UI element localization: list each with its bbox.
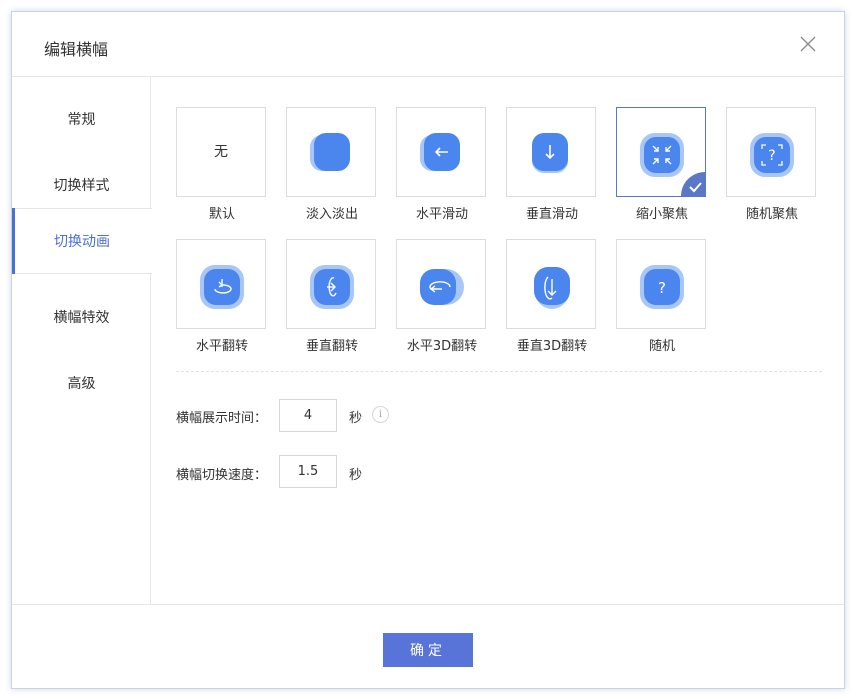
edit-banner-dialog: 编辑横幅 常规 切换样式 切换动画 横幅特效 高级 无 默认 淡入淡出 水平滑动… — [11, 11, 845, 689]
anim-label-default: 默认 — [208, 207, 235, 222]
anim-label-random: 随机 — [648, 339, 675, 354]
anim-label-horizontal-3d-flip: 水平3D翻转 — [406, 339, 478, 354]
ok-button[interactable]: 确定 — [383, 633, 473, 667]
sidebar: 常规 切换样式 切换动画 横幅特效 高级 — [12, 77, 152, 604]
anim-label-vertical-slide: 垂直滑动 — [525, 207, 578, 222]
switch-speed-label: 横幅切换速度： — [176, 468, 268, 483]
anim-label-shrink-focus: 缩小聚焦 — [635, 207, 688, 222]
anim-label-random-focus: 随机聚焦 — [745, 207, 798, 222]
display-time-unit: 秒 — [349, 411, 363, 426]
anim-option-vertical-flip[interactable] — [286, 239, 376, 329]
anim-option-horizontal-slide[interactable] — [396, 107, 486, 197]
anim-option-horizontal-flip[interactable] — [176, 239, 266, 329]
shrink-focus-icon — [640, 133, 684, 177]
sidebar-item-general[interactable]: 常规 — [12, 87, 151, 153]
anim-option-horizontal-3d-flip[interactable] — [396, 239, 486, 329]
vertical-3d-flip-icon — [534, 267, 570, 309]
anim-option-random[interactable]: ? — [616, 239, 706, 329]
anim-option-vertical-slide[interactable] — [506, 107, 596, 197]
anim-option-vertical-3d-flip[interactable] — [506, 239, 596, 329]
sidebar-item-banner-effects[interactable]: 横幅特效 — [12, 285, 151, 351]
anim-option-default[interactable]: 无 — [176, 107, 266, 197]
svg-text:?: ? — [768, 148, 775, 164]
anim-label-vertical-flip: 垂直翻转 — [305, 339, 358, 354]
question-icon: ? — [640, 265, 684, 309]
display-time-input[interactable] — [279, 399, 337, 432]
dialog-footer: 确定 — [12, 604, 844, 688]
anim-label-horizontal-slide: 水平滑动 — [415, 207, 468, 222]
anim-label-vertical-3d-flip: 垂直3D翻转 — [516, 339, 588, 354]
random-focus-icon: ? — [750, 133, 794, 177]
sidebar-item-advanced[interactable]: 高级 — [12, 351, 151, 417]
sidebar-item-switch-animation[interactable]: 切换动画 — [12, 208, 152, 274]
switch-speed-unit: 秒 — [349, 468, 363, 483]
display-time-label: 横幅展示时间： — [176, 411, 268, 426]
animation-panel: 无 默认 淡入淡出 水平滑动 垂直滑动 缩小聚焦 ? 随机聚焦 水平翻转 垂直翻… — [152, 77, 844, 604]
anim-option-shrink-focus[interactable] — [616, 107, 706, 197]
arrow-down-icon — [532, 133, 568, 173]
svg-text:?: ? — [658, 279, 666, 297]
horizontal-flip-icon — [200, 265, 244, 309]
dialog-title: 编辑横幅 — [44, 40, 109, 59]
anim-option-fade[interactable] — [286, 107, 376, 197]
selected-check-icon — [681, 172, 705, 196]
vertical-flip-icon — [310, 265, 354, 309]
arrow-left-icon — [420, 133, 460, 171]
none-text: 无 — [214, 144, 228, 160]
switch-speed-input[interactable] — [279, 455, 337, 488]
dialog-header: 编辑横幅 — [12, 12, 844, 77]
anim-label-fade: 淡入淡出 — [305, 207, 358, 222]
divider — [176, 371, 822, 372]
horizontal-3d-flip-icon — [420, 269, 464, 305]
info-icon[interactable]: i — [372, 406, 389, 423]
anim-label-horizontal-flip: 水平翻转 — [195, 339, 248, 354]
fade-icon — [310, 133, 350, 171]
close-icon[interactable] — [800, 36, 816, 52]
anim-option-random-focus[interactable]: ? — [726, 107, 816, 197]
